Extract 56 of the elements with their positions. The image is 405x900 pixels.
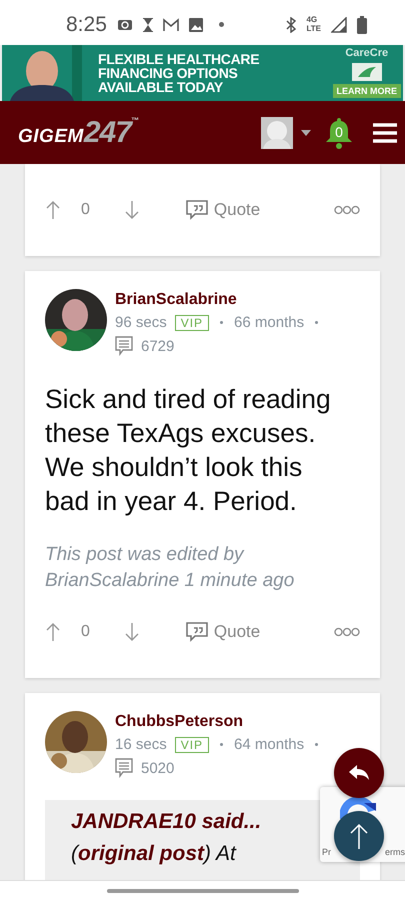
downvote-icon[interactable] (124, 622, 140, 642)
ad-headline: FLEXIBLE HEALTHCARE (98, 52, 260, 66)
menu-icon[interactable] (373, 122, 397, 142)
site-logo[interactable]: GIGEM247™ (18, 116, 139, 150)
card-icon (352, 62, 382, 80)
image-icon (188, 18, 203, 32)
notification-dot (218, 22, 224, 27)
network-subtype: LTE (306, 25, 321, 33)
more-options-icon[interactable] (334, 627, 360, 637)
quote-author[interactable]: JANDRAE10 said... (71, 806, 262, 838)
member-tenure: 64 months (234, 736, 304, 753)
quote-button[interactable]: Quote (186, 200, 260, 220)
separator-dot (220, 321, 224, 324)
vip-badge: VIP (174, 314, 210, 330)
clock: 8:25 (66, 12, 107, 36)
quote-button[interactable]: Quote (186, 622, 260, 642)
reply-icon (349, 765, 369, 781)
quote-icon (186, 200, 208, 220)
separator-dot (315, 743, 318, 746)
arrow-up-icon (350, 823, 368, 849)
author-name[interactable]: ChubbsPeterson (115, 713, 322, 731)
upvote-icon[interactable] (45, 622, 61, 642)
recaptcha-icon (340, 795, 376, 819)
post-text: Sick and tired of reading these TexAgs excuses. We shouldn’t look this bad in year 4. Period. (45, 383, 332, 518)
author-name[interactable]: BrianScalabrine (115, 291, 322, 309)
separator-dot (315, 321, 318, 324)
privacy-link[interactable]: Pr (322, 847, 331, 857)
quote-text: (original post) At (71, 841, 236, 867)
member-tenure: 66 months (234, 314, 304, 331)
post-age: 96 secs (115, 314, 167, 331)
network-type: 4G (306, 16, 318, 24)
ad-brand: CareCre (345, 47, 388, 59)
bluetooth-icon (286, 16, 296, 32)
battery-icon (357, 16, 367, 34)
post-count: 6729 (141, 338, 174, 354)
downvote-icon[interactable] (124, 200, 140, 220)
mail-icon (162, 18, 179, 32)
edit-note: This post was edited by BrianScalabrine 1 minute ago (45, 543, 296, 593)
post-count: 5020 (141, 760, 174, 776)
vote-count: 0 (81, 623, 90, 641)
post-age: 16 secs (115, 736, 167, 753)
posts-icon (115, 336, 133, 356)
upvote-icon[interactable] (45, 200, 61, 220)
caret-icon[interactable] (301, 130, 311, 136)
terms-link[interactable]: erms (385, 847, 405, 857)
more-options-icon[interactable] (334, 205, 360, 215)
vip-badge: VIP (174, 736, 210, 752)
quote-icon (186, 622, 208, 642)
separator-dot (220, 743, 224, 746)
camera-icon (116, 18, 133, 32)
posts-icon (115, 758, 133, 778)
signal-icon (331, 16, 347, 32)
vote-count: 0 (81, 201, 90, 219)
ad-headline: FINANCING OPTIONS (98, 66, 239, 80)
hourglass-icon (142, 18, 153, 32)
ad-headline: AVAILABLE TODAY (98, 80, 224, 94)
